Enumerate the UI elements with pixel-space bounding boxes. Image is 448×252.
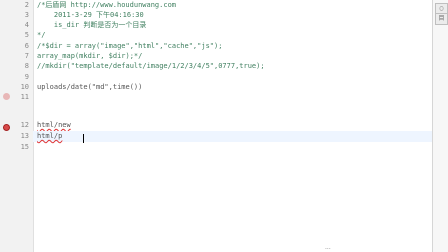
- text-cursor: [83, 134, 84, 143]
- line-text: html/new: [37, 121, 71, 129]
- line-number: 13: [20, 132, 29, 140]
- line-number: 8: [24, 62, 29, 70]
- error-marker-column: [0, 0, 13, 252]
- error-marker-icon[interactable]: [3, 93, 10, 100]
- code-editor[interactable]: 2 /*后盾网 http://www.houdunwang.com 3 2011…: [0, 0, 432, 252]
- right-side-panel: ▢ 目: [432, 0, 448, 252]
- code-line: 5 */: [25, 30, 432, 41]
- line-number: 12: [20, 121, 29, 129]
- current-line: 13 html/p: [21, 131, 432, 142]
- outline-button[interactable]: 目: [435, 13, 448, 25]
- code-line: 11: [21, 92, 432, 103]
- line-number: 5: [24, 31, 29, 39]
- line-text: //mkdir("template/default/image/1/2/3/4/…: [37, 62, 265, 70]
- line-text: */: [37, 31, 46, 39]
- code-line: 8 //mkdir("template/default/image/1/2/3/…: [25, 61, 432, 72]
- line-text: html/p: [37, 132, 63, 140]
- status-text: ...: [325, 244, 331, 251]
- line-number: 15: [20, 143, 29, 151]
- code-line: 12 html/new: [21, 120, 432, 131]
- error-marker-icon[interactable]: [3, 124, 10, 131]
- code-line: 15: [21, 142, 432, 153]
- line-number: 11: [20, 93, 29, 101]
